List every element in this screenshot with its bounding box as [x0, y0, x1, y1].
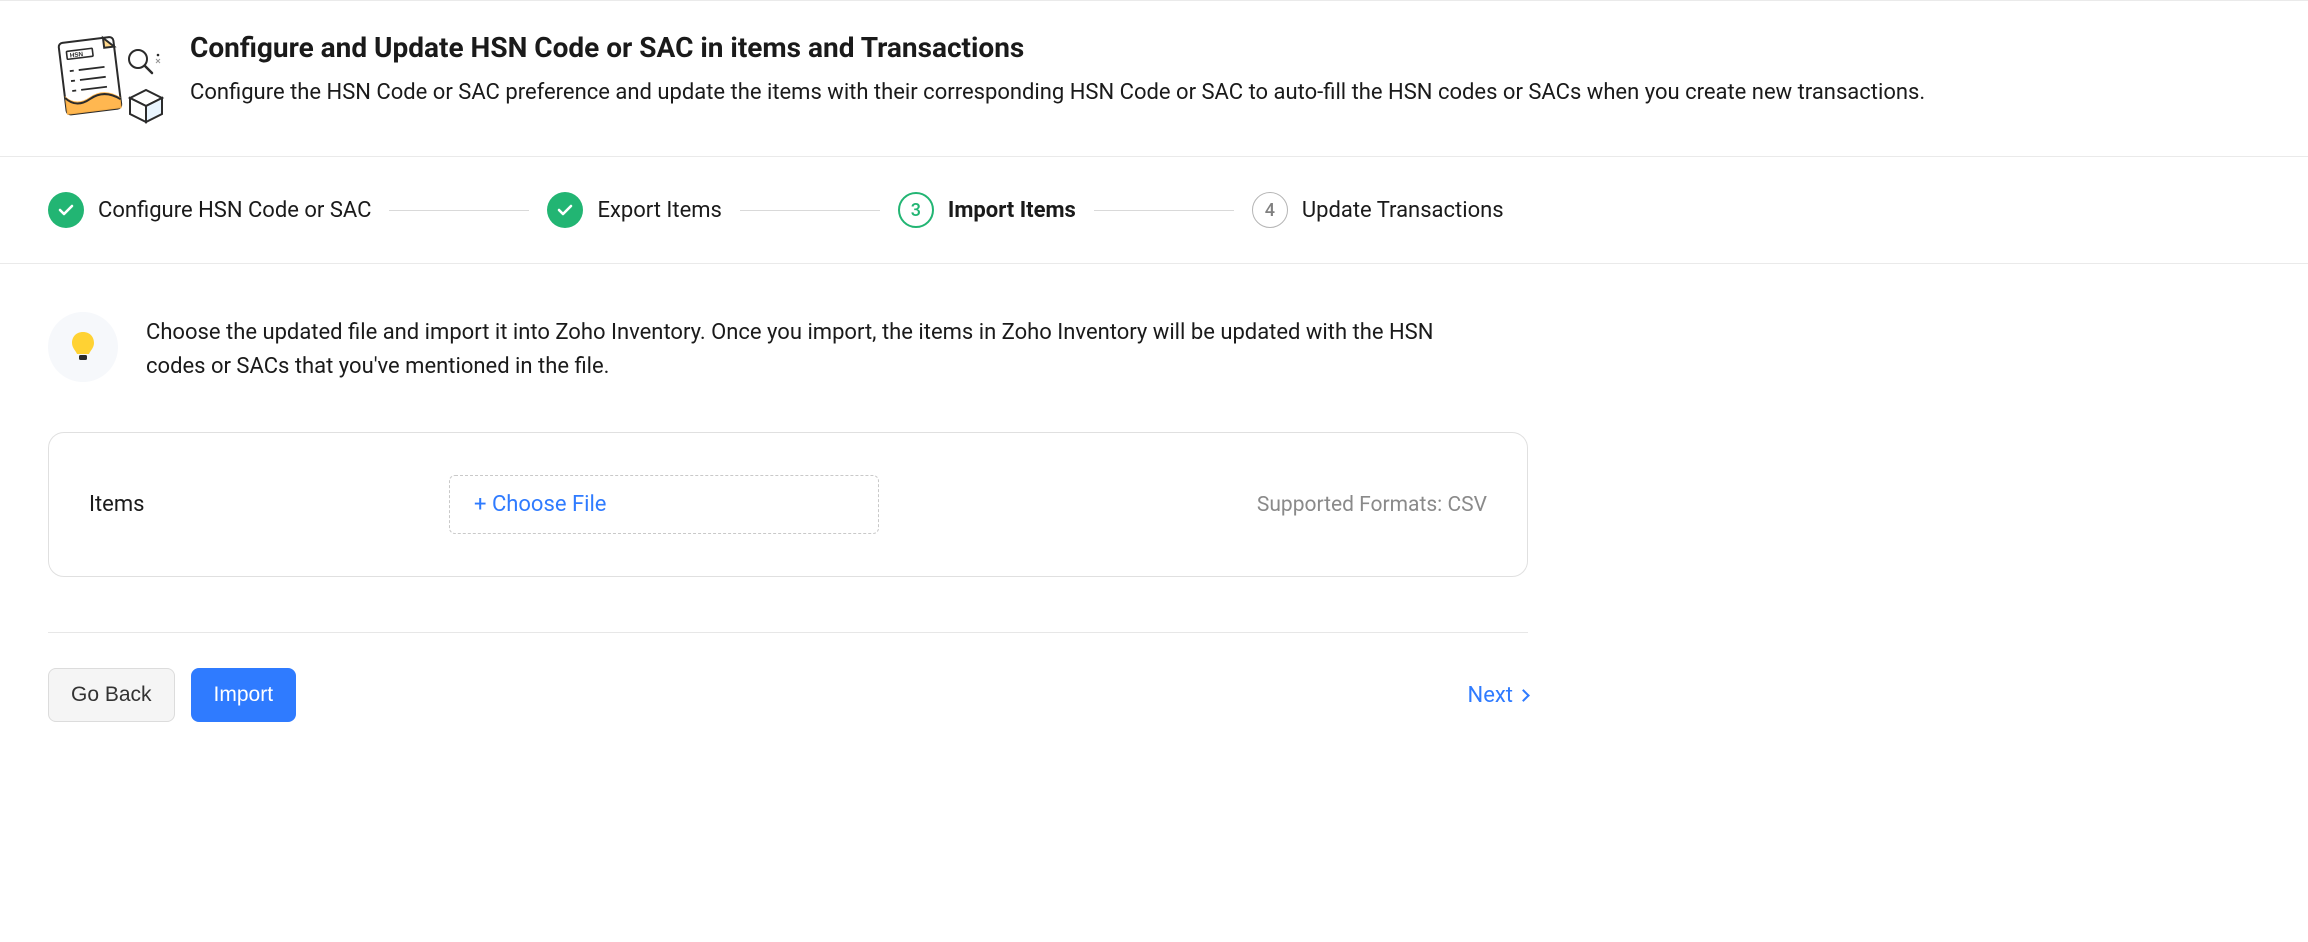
check-icon: [48, 192, 84, 228]
hint-row: Choose the updated file and import it in…: [48, 312, 2260, 384]
page-description: Configure the HSN Code or SAC preference…: [190, 76, 2090, 109]
section-divider: [48, 632, 1528, 633]
step-configure-hsn[interactable]: Configure HSN Code or SAC: [48, 192, 371, 228]
header-text: Configure and Update HSN Code or SAC in …: [190, 31, 2258, 109]
footer-actions: Go Back Import Next: [48, 668, 1528, 722]
go-back-button[interactable]: Go Back: [48, 668, 175, 722]
step-label: Import Items: [948, 198, 1076, 223]
wizard-stepper: Configure HSN Code or SAC Export Items 3…: [0, 157, 2308, 264]
check-icon: [547, 192, 583, 228]
choose-file-label: + Choose File: [474, 492, 606, 517]
choose-file-button[interactable]: + Choose File: [449, 475, 879, 534]
next-link[interactable]: Next: [1468, 683, 1528, 708]
page-container: HSN: [0, 0, 2308, 752]
lightbulb-icon: [48, 312, 118, 382]
step-connector: [389, 210, 529, 211]
chevron-right-icon: [1517, 689, 1530, 702]
upload-card: Items + Choose File Supported Formats: C…: [48, 432, 1528, 577]
step-import-items[interactable]: 3 Import Items: [898, 192, 1076, 228]
step-number-icon: 4: [1252, 192, 1288, 228]
step-connector: [740, 210, 880, 211]
next-link-label: Next: [1468, 683, 1513, 708]
step-connector: [1094, 210, 1234, 211]
step-export-items[interactable]: Export Items: [547, 192, 721, 228]
step-update-transactions[interactable]: 4 Update Transactions: [1252, 192, 1504, 228]
header-illustration-icon: HSN: [50, 31, 170, 126]
step-label: Configure HSN Code or SAC: [98, 198, 371, 223]
step-label: Update Transactions: [1302, 198, 1504, 223]
step-number-icon: 3: [898, 192, 934, 228]
hint-text: Choose the updated file and import it in…: [146, 312, 1446, 384]
header-section: HSN: [0, 0, 2308, 157]
content-area: Choose the updated file and import it in…: [0, 264, 2308, 752]
upload-field-label: Items: [89, 492, 449, 517]
supported-formats-text: Supported Formats: CSV: [1257, 493, 1487, 517]
import-button[interactable]: Import: [191, 668, 297, 722]
step-label: Export Items: [597, 198, 721, 223]
page-title: Configure and Update HSN Code or SAC in …: [190, 31, 2258, 64]
